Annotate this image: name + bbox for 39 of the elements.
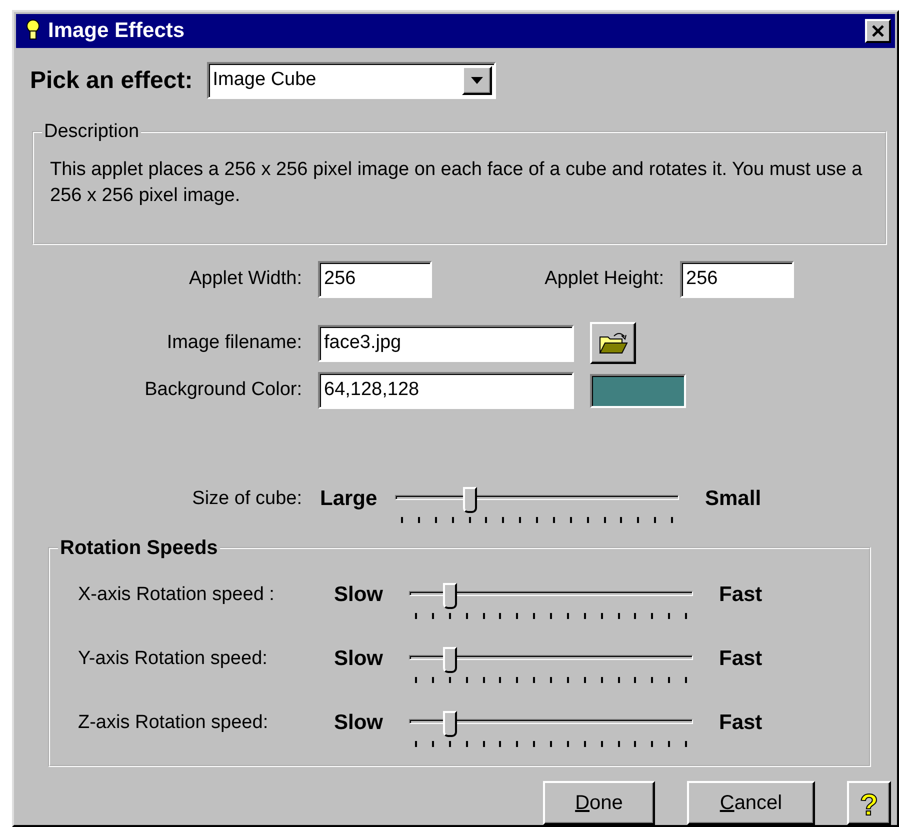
slider-label: Size of cube: — [191, 487, 302, 511]
color-field[interactable]: 64,128,128 — [318, 372, 574, 409]
slider-thumb[interactable] — [442, 647, 457, 673]
dropdown-button[interactable] — [462, 66, 492, 95]
field-label: Applet Height: — [544, 267, 664, 292]
width-field[interactable]: 256 — [318, 261, 432, 298]
slider-label: X-axis Rotation speed : — [78, 583, 276, 607]
close-button[interactable] — [865, 19, 891, 43]
window-title: Image Effects — [48, 18, 185, 44]
dialog-button[interactable]: Cancel — [687, 781, 815, 825]
max-label: Fast — [719, 646, 762, 672]
field-label: Image filename: — [166, 330, 302, 355]
slider-label: Z-axis Rotation speed: — [78, 711, 270, 735]
field-label: Background Color: — [144, 378, 302, 402]
height-field[interactable]: 256 — [680, 261, 794, 298]
max-label: Small — [705, 486, 762, 512]
filename-field[interactable]: face3.jpg — [318, 324, 574, 362]
color-swatch[interactable] — [590, 374, 686, 408]
effect-label: Pick an effect: — [30, 66, 193, 96]
folder-icon — [598, 331, 628, 355]
min-label: Slow — [334, 646, 384, 672]
group-title: Rotation Speeds — [58, 537, 220, 559]
effect-dropdown[interactable]: Image Cube — [206, 62, 496, 99]
min-label: Large — [320, 486, 378, 512]
min-label: Slow — [334, 582, 384, 608]
close-icon — [872, 25, 884, 37]
slider-thumb[interactable] — [442, 583, 457, 609]
slider-label: Y-axis Rotation speed: — [78, 647, 268, 671]
description-text: This applet places a 256 x 256 pixel image on each face of a cube and rotates it. You must use a 256 x 256 pixel image. — [50, 158, 864, 208]
max-label: Fast — [719, 582, 762, 608]
caret-icon — [470, 77, 483, 84]
browse-button[interactable] — [590, 322, 636, 364]
field-label: Applet Width: — [188, 267, 302, 292]
group-title: Description — [42, 121, 142, 143]
max-label: Fast — [719, 710, 762, 736]
slider-thumb[interactable] — [442, 711, 457, 737]
slider-thumb[interactable] — [462, 487, 476, 513]
min-label: Slow — [334, 710, 384, 736]
dialog-button[interactable]: Done — [543, 781, 655, 825]
